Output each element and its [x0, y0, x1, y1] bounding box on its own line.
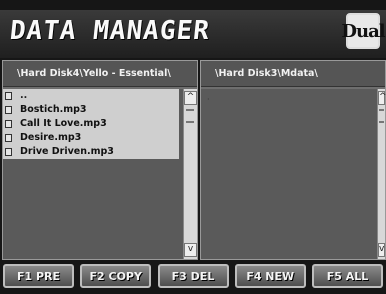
file-name: Bostich.mp3 — [20, 104, 87, 115]
parent-directory-label: .. — [20, 90, 28, 101]
scroll-up-button[interactable]: ^ — [378, 91, 386, 105]
scroll-down-button[interactable]: v — [378, 243, 385, 257]
right-file-list[interactable]: · — [201, 89, 377, 259]
scroll-down-button[interactable]: v — [184, 243, 197, 257]
f4-new-button[interactable]: F4 NEW — [234, 264, 306, 288]
scroll-up-button[interactable]: ^ — [184, 91, 197, 105]
f2-copy-button[interactable]: F2 COPY — [80, 264, 152, 288]
data-manager-screen: DATA MANAGER Dual \Hard Disk4\Yello - Es… — [0, 0, 386, 294]
right-scrollbar[interactable]: ^ v — [377, 89, 386, 259]
audio-file-icon — [5, 106, 12, 114]
empty-list-marker: · — [207, 95, 210, 104]
audio-file-icon — [5, 134, 12, 142]
file-name: Drive Driven.mp3 — [20, 146, 114, 157]
left-scrollbar[interactable]: ^ v — [183, 89, 197, 259]
left-file-panel: \Hard Disk4\Yello - Essential\ .. Bostic… — [2, 60, 198, 260]
scroll-thumb[interactable] — [379, 109, 384, 123]
scroll-thumb[interactable] — [186, 109, 194, 123]
f1-previous-button[interactable]: F1 PRE — [3, 264, 74, 288]
right-file-panel: \Hard Disk3\Mdata\ · ^ v — [200, 60, 386, 260]
audio-file-icon — [5, 148, 12, 156]
function-key-bar: F1 PRE F2 COPY F3 DEL F4 NEW F5 ALL — [0, 264, 386, 294]
list-item[interactable]: Call It Love.mp3 — [3, 117, 179, 131]
left-file-list[interactable]: .. Bostich.mp3 Call It Love.mp3 Desire.m… — [3, 89, 183, 259]
left-path-bar: \Hard Disk4\Yello - Essential\ — [3, 61, 197, 87]
folder-icon — [5, 92, 12, 100]
file-name: Call It Love.mp3 — [20, 118, 107, 129]
list-item[interactable]: Drive Driven.mp3 — [3, 145, 179, 159]
right-path-bar: \Hard Disk3\Mdata\ — [201, 61, 385, 87]
file-list-block: .. Bostich.mp3 Call It Love.mp3 Desire.m… — [3, 89, 179, 159]
f3-delete-button[interactable]: F3 DEL — [157, 264, 229, 288]
parent-directory-item[interactable]: .. — [3, 89, 179, 103]
list-item[interactable]: Desire.mp3 — [3, 131, 179, 145]
page-title: DATA MANAGER — [8, 16, 212, 46]
audio-file-icon — [5, 120, 12, 128]
header-bar: DATA MANAGER Dual — [0, 10, 386, 58]
file-name: Desire.mp3 — [20, 132, 82, 143]
list-item[interactable]: Bostich.mp3 — [3, 103, 179, 117]
brand-logo: Dual — [341, 13, 386, 49]
f5-all-button[interactable]: F5 ALL — [312, 264, 383, 288]
